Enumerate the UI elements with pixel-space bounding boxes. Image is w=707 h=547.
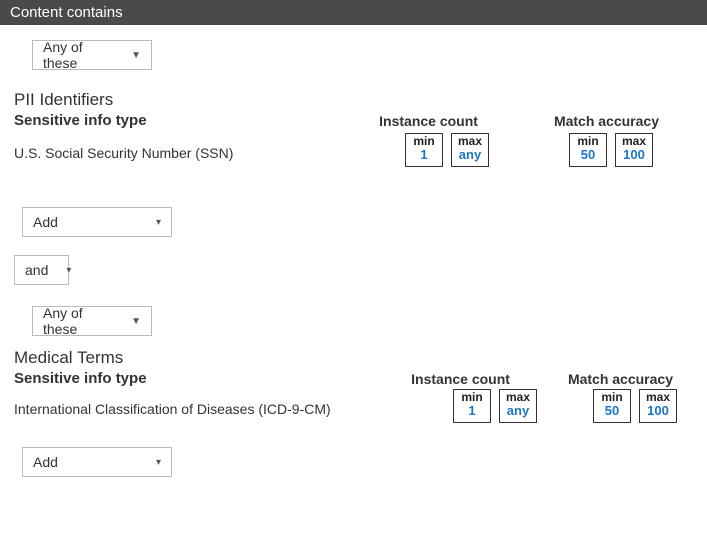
chevron-down-icon: ▼ (131, 50, 141, 61)
group1-instance-min-box[interactable]: min 1 (405, 133, 443, 167)
group1-subtitle: Sensitive info type (14, 112, 147, 129)
add-dropdown-2-label: Add (33, 454, 58, 470)
panel-title: Content contains (10, 4, 123, 21)
chevron-down-icon: ▾ (66, 265, 71, 276)
chevron-down-icon: ▾ (156, 217, 161, 228)
add-dropdown-2[interactable]: Add ▾ (22, 447, 172, 477)
group1-match-accuracy-header: Match accuracy (554, 113, 659, 129)
add-dropdown-1[interactable]: Add ▾ (22, 207, 172, 237)
group1-instance-max-box[interactable]: max any (451, 133, 489, 167)
group2-match-accuracy-header: Match accuracy (568, 371, 673, 387)
group2-title: Medical Terms (14, 348, 693, 368)
group1-instance-max: any (459, 148, 481, 162)
chevron-down-icon: ▾ (156, 457, 161, 468)
chevron-down-icon: ▼ (131, 316, 141, 327)
group1-accuracy-min: 50 (581, 148, 595, 162)
group2-type-name: International Classification of Diseases… (14, 399, 331, 417)
group1-instance-count: min 1 max any (405, 133, 489, 167)
scope-dropdown-2[interactable]: Any of these ▼ (32, 306, 152, 336)
group1-accuracy-max-box[interactable]: max 100 (615, 133, 653, 167)
group1-accuracy-min-box[interactable]: min 50 (569, 133, 607, 167)
group2-instance-count: min 1 max any (453, 389, 537, 423)
group1-instance-min: 1 (420, 148, 427, 162)
group2-accuracy-max: 100 (647, 404, 669, 418)
scope-dropdown-1[interactable]: Any of these ▼ (32, 40, 152, 70)
join-dropdown[interactable]: and ▾ (14, 255, 69, 285)
add-dropdown-1-label: Add (33, 214, 58, 230)
group1-accuracy-max: 100 (623, 148, 645, 162)
scope-dropdown-1-label: Any of these (43, 39, 113, 71)
group2-accuracy-max-box[interactable]: max 100 (639, 389, 677, 423)
group2-instance-max: any (507, 404, 529, 418)
group2-subtitle: Sensitive info type (14, 370, 147, 387)
group2-instance-count-header: Instance count (411, 371, 510, 387)
group2-accuracy-min: 50 (605, 404, 619, 418)
group1-title: PII Identifiers (14, 90, 147, 110)
scope-dropdown-2-label: Any of these (43, 305, 113, 337)
group1-type-name: U.S. Social Security Number (SSN) (14, 143, 233, 161)
group2-match-accuracy: min 50 max 100 (593, 389, 677, 423)
join-dropdown-label: and (25, 262, 48, 278)
group2-accuracy-min-box[interactable]: min 50 (593, 389, 631, 423)
panel-body: Any of these ▼ PII Identifiers Sensitive… (0, 25, 707, 497)
group1-match-accuracy: min 50 max 100 (569, 133, 653, 167)
panel-header: Content contains (0, 0, 707, 25)
group2-instance-max-box[interactable]: max any (499, 389, 537, 423)
group2-instance-min: 1 (468, 404, 475, 418)
group2-instance-min-box[interactable]: min 1 (453, 389, 491, 423)
group1-instance-count-header: Instance count (379, 113, 478, 129)
